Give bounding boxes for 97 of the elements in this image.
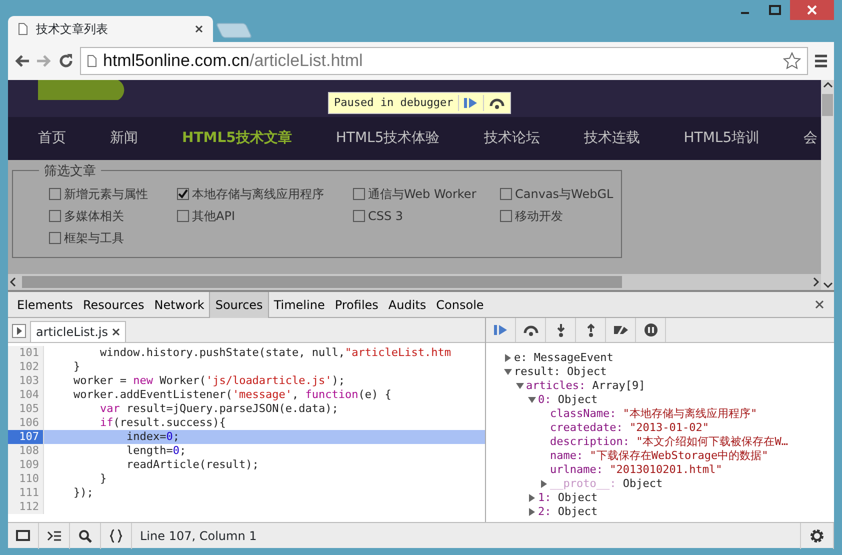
property-entry[interactable]: articles: Array[9] xyxy=(526,379,646,393)
checkbox-label: 移动开发 xyxy=(515,208,563,225)
code-line: var result=jQuery.parseJSON(e.data); xyxy=(98,402,340,416)
checkbox[interactable] xyxy=(49,232,61,244)
reload-icon[interactable] xyxy=(58,53,74,69)
resume-icon[interactable] xyxy=(492,323,508,337)
code-line: worker.addEventListener('message', function(e) { xyxy=(72,388,392,402)
property-entry[interactable]: __proto__: Object xyxy=(550,477,663,491)
checkbox[interactable] xyxy=(353,210,365,222)
code-line: if(result.success){ xyxy=(98,416,227,430)
code-line: length=0; xyxy=(125,444,188,458)
checkbox[interactable] xyxy=(500,210,512,222)
checkbox[interactable] xyxy=(177,188,189,200)
navigator-toggle-icon[interactable] xyxy=(12,324,26,338)
resume-icon[interactable] xyxy=(464,96,478,109)
checkbox-label: 本地存储与离线应用程序 xyxy=(192,186,324,203)
gear-icon[interactable] xyxy=(809,528,825,544)
nav-link[interactable]: 技术论坛 xyxy=(454,128,540,149)
console-drawer-icon[interactable] xyxy=(47,528,61,542)
checkbox[interactable] xyxy=(353,188,365,200)
code-line: } xyxy=(72,360,82,374)
vertical-scrollbar[interactable] xyxy=(821,80,834,290)
step-over-icon[interactable] xyxy=(522,323,538,337)
tab-title: 技术文章列表 xyxy=(36,21,109,38)
disclosure-triangle-icon[interactable] xyxy=(528,396,536,404)
url-text: html5online.com.cn/articleList.html xyxy=(103,50,364,72)
address-bar[interactable]: html5online.com.cn/articleList.html xyxy=(80,47,808,75)
property-entry[interactable]: result: Object xyxy=(514,365,607,379)
file-tab[interactable]: articleList.js xyxy=(30,321,126,342)
deactivate-breakpoints-icon[interactable] xyxy=(612,323,628,337)
nav-link[interactable]: HTML5技术体验 xyxy=(306,128,440,149)
devtools-tab[interactable]: Profiles xyxy=(330,292,384,318)
property-entry[interactable]: createdate: "2013-01-02" xyxy=(550,421,709,435)
code-line: } xyxy=(98,472,108,486)
line-number[interactable]: 107 xyxy=(8,430,44,444)
checkbox-label: Canvas与WebGL xyxy=(515,186,614,203)
devtools-tab[interactable]: Resources xyxy=(78,292,150,318)
nav-link[interactable]: 新闻 xyxy=(80,128,138,149)
search-icon[interactable] xyxy=(78,528,92,542)
property-entry[interactable]: 2: Object xyxy=(538,505,598,519)
code-line: window.history.pushState(state, null,"articleList.htm xyxy=(98,346,452,360)
page-icon xyxy=(18,23,28,35)
checkbox[interactable] xyxy=(49,188,61,200)
devtools-tab[interactable]: Elements xyxy=(12,292,78,318)
property-entry[interactable]: 0: Object xyxy=(538,393,598,407)
disclosure-triangle-icon[interactable] xyxy=(516,382,524,390)
disclosure-triangle-icon[interactable] xyxy=(540,480,548,488)
checkbox-label: 多媒体相关 xyxy=(64,208,124,225)
close-icon[interactable] xyxy=(195,25,203,33)
star-icon[interactable] xyxy=(783,52,801,70)
dock-icon[interactable] xyxy=(16,528,30,542)
checkbox-label: CSS 3 xyxy=(368,208,404,225)
disclosure-triangle-icon[interactable] xyxy=(528,508,536,516)
page-icon xyxy=(87,55,97,67)
pause-icon[interactable] xyxy=(642,323,658,337)
code-line: }); xyxy=(72,486,94,500)
disclosure-triangle-icon[interactable] xyxy=(504,354,512,362)
checkbox-label: 通信与Web Worker xyxy=(368,186,476,203)
nav-link[interactable]: HTML5技术文章 xyxy=(152,128,292,149)
disclosure-triangle-icon[interactable] xyxy=(528,494,536,502)
disclosure-triangle-icon[interactable] xyxy=(504,368,512,376)
horizontal-scrollbar[interactable] xyxy=(8,274,821,290)
checkbox-label: 框架与工具 xyxy=(64,230,124,247)
nav-link[interactable]: 会 xyxy=(774,128,818,149)
property-entry[interactable]: name: "下载保存在WebStorage中的数据" xyxy=(550,449,768,463)
braces-icon[interactable] xyxy=(109,528,123,542)
property-entry[interactable]: description: "本文介绍如何下载被保存在W… xyxy=(550,435,788,449)
nav-link[interactable]: 首页 xyxy=(8,128,66,149)
devtools-tab[interactable]: Console xyxy=(431,292,489,318)
maximize-icon[interactable] xyxy=(769,5,781,15)
devtools-tab[interactable]: Timeline xyxy=(268,292,330,318)
close-icon[interactable] xyxy=(815,300,824,309)
checkbox-label: 其他API xyxy=(192,208,235,225)
checkbox-label: 新增元素与属性 xyxy=(64,186,148,203)
close-icon[interactable] xyxy=(112,328,120,336)
scrollbar-thumb[interactable] xyxy=(22,276,622,288)
step-over-icon[interactable] xyxy=(489,96,506,109)
property-entry[interactable]: className: "本地存储与离线应用程序" xyxy=(550,407,758,421)
code-line: readArticle(result); xyxy=(125,458,260,472)
checkbox[interactable] xyxy=(177,210,189,222)
nav-link[interactable]: HTML5培训 xyxy=(654,128,760,149)
devtools-tab[interactable]: Network xyxy=(149,292,210,318)
scrollbar-thumb[interactable] xyxy=(822,94,833,116)
menu-icon[interactable] xyxy=(814,54,828,68)
back-arrow-icon[interactable] xyxy=(14,54,30,68)
checkbox[interactable] xyxy=(49,210,61,222)
code-line: worker = new Worker('js/loadarticle.js'); xyxy=(72,374,346,388)
nav-link[interactable]: 技术连载 xyxy=(554,128,640,149)
property-entry[interactable]: urlname: "2013010201.html" xyxy=(550,463,722,477)
property-entry[interactable]: e: MessageEvent xyxy=(514,351,614,365)
banner-text: Paused in debugger xyxy=(333,94,454,111)
property-entry[interactable]: 1: Object xyxy=(538,491,598,505)
checkbox[interactable] xyxy=(500,188,512,200)
browser-tab[interactable]: 技术文章列表 xyxy=(8,16,213,42)
devtools-tab[interactable]: Sources xyxy=(209,292,269,318)
devtools-tab[interactable]: Audits xyxy=(383,292,432,318)
cursor-position: Line 107, Column 1 xyxy=(139,528,258,544)
